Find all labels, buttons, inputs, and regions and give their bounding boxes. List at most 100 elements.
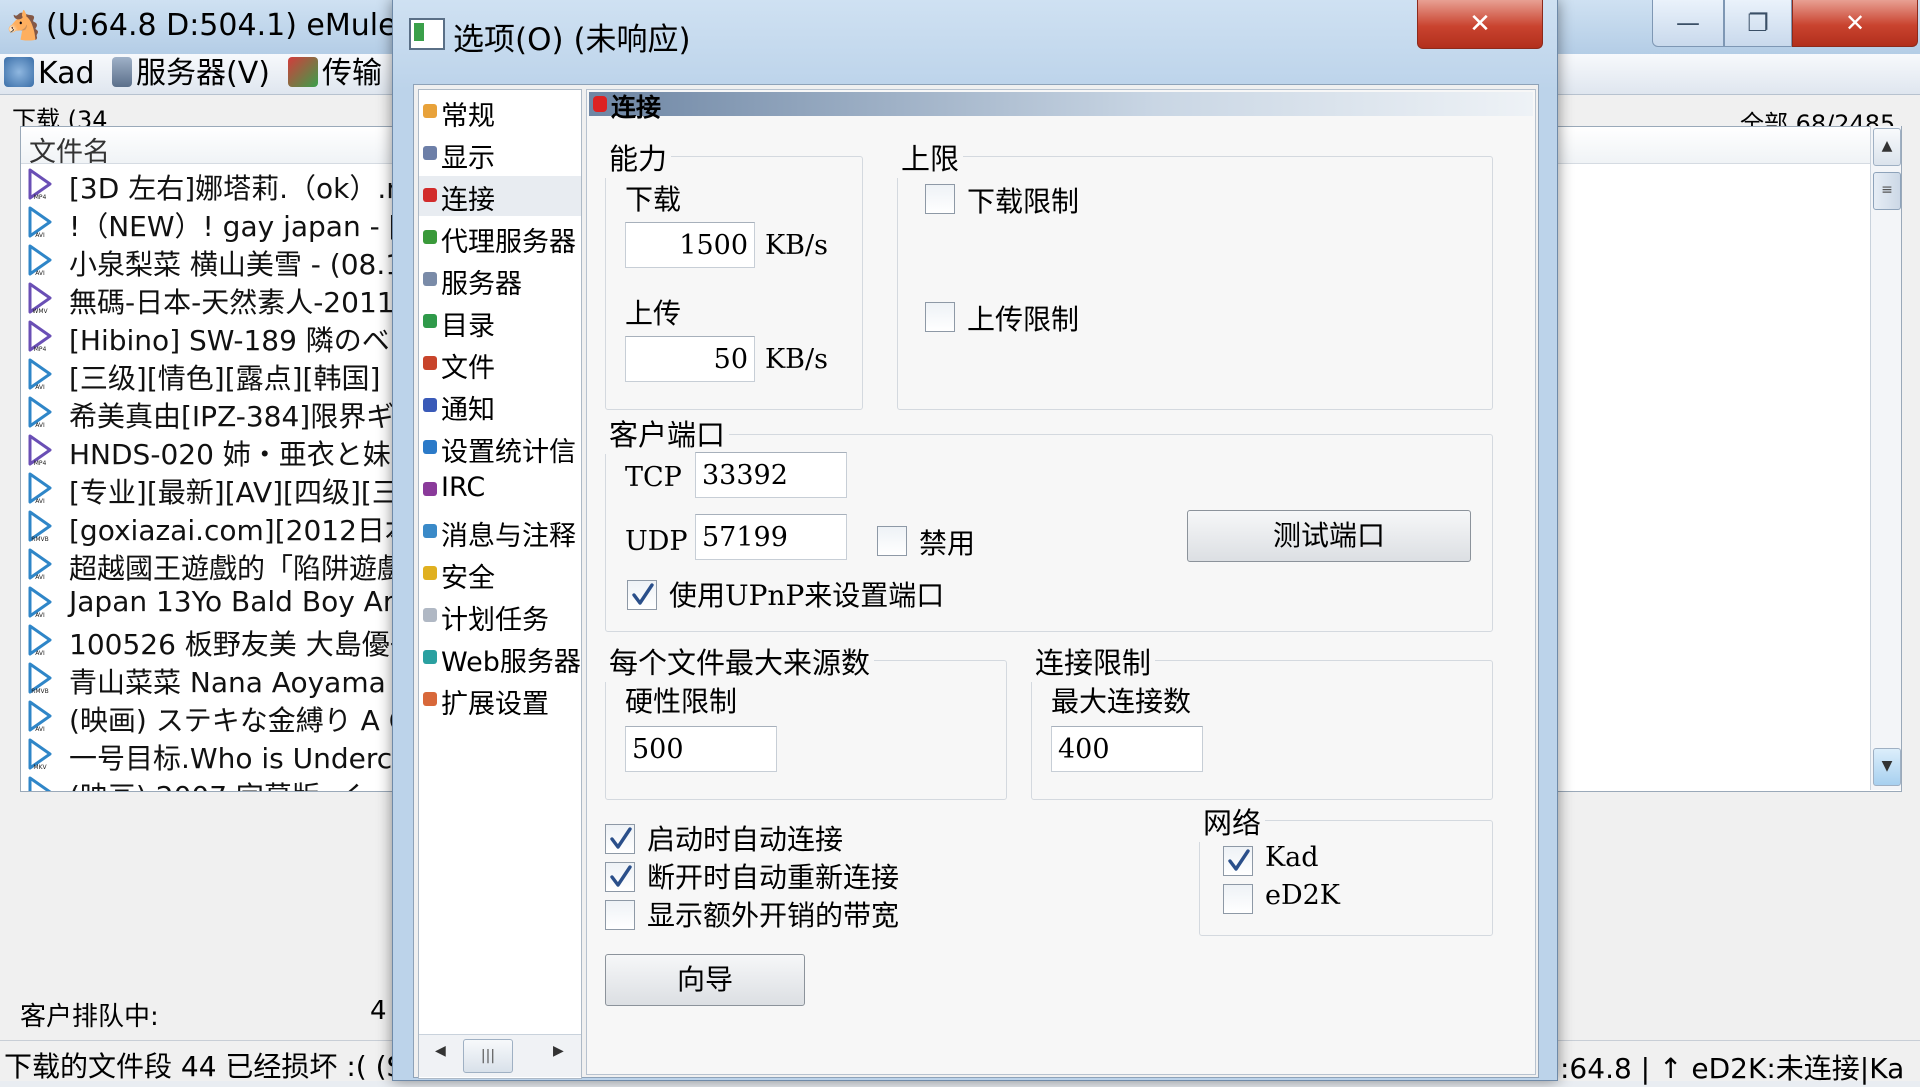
file-type-tag: MKV [33, 764, 47, 770]
nav-item[interactable]: 安全 [419, 554, 581, 594]
status-connection: :64.8 | ↑ eD2K:未连接|Ka [1560, 1052, 1905, 1085]
scroll-up-button[interactable]: ▲ [1873, 128, 1901, 166]
file-name: 超越國王遊戲的「陷阱遊戲 [69, 552, 406, 585]
file-name: !（NEW）! gay japan - [g [69, 210, 418, 243]
nav-item-icon [423, 524, 437, 538]
nav-item[interactable]: 通知 [419, 386, 581, 426]
show-overhead-checkbox[interactable] [605, 900, 635, 930]
file-list-scrollbar[interactable]: ▲ ≡ ▼ [1870, 126, 1901, 790]
nav-item[interactable]: IRC [419, 470, 581, 510]
network-kad-checkbox[interactable] [1223, 846, 1253, 876]
nav-item-label: 消息与注释 [441, 521, 576, 552]
file-type-tag: AVI [35, 270, 45, 276]
main-close-button[interactable]: ✕ [1792, 0, 1918, 47]
file-type-tag: AVI [35, 650, 45, 656]
scroll-down-button[interactable]: ▼ [1873, 748, 1901, 786]
wizard-button[interactable]: 向导 [605, 954, 805, 1006]
max-sources-group-title: 每个文件最大来源数 [605, 640, 875, 682]
nav-item[interactable]: 常规 [419, 92, 581, 132]
nav-scroll-left-icon[interactable]: ◀ [435, 1043, 446, 1059]
file-name: [3D 左右]娜塔莉.（ok）.m [69, 172, 414, 205]
file-type-tag: MP4 [34, 460, 47, 466]
nav-item-label: 通知 [441, 395, 495, 426]
hard-limit-input[interactable]: 500 [625, 726, 777, 772]
file-name: [Hibino] SW-189 隣のベッ [69, 324, 418, 357]
nav-item-label: 服务器 [441, 269, 522, 300]
file-name: 小泉梨菜 横山美雪 - (08.1 [69, 248, 404, 281]
toolbar-servers-label: 服务器(V) [136, 56, 270, 91]
nav-item-icon [423, 188, 437, 202]
download-capacity-label: 下载 [625, 183, 682, 216]
disable-udp-checkbox[interactable] [877, 526, 907, 556]
nav-scroll-thumb[interactable]: ||| [463, 1039, 513, 1073]
nav-item[interactable]: 显示 [419, 134, 581, 174]
download-capacity-unit: KB/s [765, 230, 828, 261]
dialog-close-button[interactable]: ✕ [1417, 0, 1543, 49]
file-type-tag: AVI [35, 726, 45, 732]
transfers-icon [288, 57, 318, 87]
minimize-button[interactable]: — [1652, 0, 1724, 47]
upload-limit-checkbox[interactable] [925, 302, 955, 332]
upload-capacity-label: 上传 [625, 297, 682, 330]
options-nav-tree[interactable]: 常规 显示 连接代理服务器服务器 目录文件通知设置统计信 IRC 消息与注释 安全 计划任务 W… [418, 89, 582, 1079]
nav-item-icon [423, 104, 437, 118]
nav-item[interactable]: 文件 [419, 344, 581, 384]
video-file-icon: AVI [27, 586, 53, 619]
video-file-icon: MP4 [27, 168, 53, 201]
toolbar-servers-button[interactable]: 服务器(V) [112, 56, 270, 92]
upload-capacity-input[interactable]: 50 [625, 336, 755, 382]
upnp-checkbox[interactable] [627, 580, 657, 610]
nav-item[interactable]: 消息与注释 [419, 512, 581, 552]
maximize-button[interactable]: ❐ [1724, 0, 1792, 47]
capacity-group-title: 能力 [605, 136, 672, 178]
auto-reconnect-checkbox[interactable] [605, 862, 635, 892]
network-ed2k-checkbox[interactable] [1223, 884, 1253, 914]
column-header-filename[interactable]: 文件名 [29, 130, 110, 169]
scroll-thumb[interactable]: ≡ [1873, 172, 1901, 210]
dialog-title: 选项(O) (未响应) [453, 22, 691, 58]
test-ports-button[interactable]: 测试端口 [1187, 510, 1471, 562]
page-title: 连接 [611, 93, 662, 122]
nav-item-icon [423, 650, 437, 664]
client-queue-count: 4 [370, 996, 387, 1026]
nav-item-label: 设置统计信 [441, 437, 576, 468]
download-capacity-input[interactable]: 1500 [625, 222, 755, 268]
toolbar-kad-button[interactable]: Kad [4, 56, 95, 92]
video-file-icon: AVI [27, 776, 53, 791]
max-connections-input[interactable]: 400 [1051, 726, 1203, 772]
nav-item[interactable]: 目录 [419, 302, 581, 342]
nav-horizontal-scrollbar[interactable]: ◀ ||| ▶ [419, 1034, 581, 1077]
nav-item[interactable]: 计划任务 [419, 596, 581, 636]
nav-item-label: 代理服务器 [441, 227, 576, 258]
tcp-port-input[interactable]: 33392 [695, 452, 847, 498]
toolbar-kad-label: Kad [38, 56, 95, 91]
nav-item[interactable]: Web服务器 [419, 638, 581, 678]
nav-item[interactable]: 服务器 [419, 260, 581, 300]
nav-item[interactable]: 代理服务器 [419, 218, 581, 258]
nav-item[interactable]: 设置统计信 [419, 428, 581, 468]
file-name: 青山菜菜 Nana Aoyama - [69, 666, 405, 699]
auto-connect-checkbox[interactable] [605, 824, 635, 854]
upnp-label: 使用UPnP来设置端口 [669, 579, 945, 612]
video-file-icon: AVI [27, 624, 53, 657]
video-file-icon: AVI [27, 206, 53, 239]
file-name: 100526 板野友美 大島優子 [69, 628, 418, 661]
file-name: Japan 13Yo Bald Boy And [69, 585, 419, 618]
nav-item-label: 常规 [441, 101, 495, 132]
video-file-icon: AVI [27, 358, 53, 391]
file-type-tag: MP4 [34, 346, 47, 352]
network-group-title: 网络 [1199, 800, 1266, 842]
udp-port-input[interactable]: 57199 [695, 514, 847, 560]
dialog-title-bar[interactable]: 选项(O) (未响应) ✕ [393, 0, 1557, 64]
download-limit-checkbox[interactable] [925, 184, 955, 214]
dialog-client-area: 常规 显示 连接 代理服务器 服务器 目录 文件 通知 设置统计信 IRC 消息与注释 安全 计划任务 W… [413, 84, 1539, 1079]
nav-scroll-right-icon[interactable]: ▶ [553, 1043, 564, 1059]
nav-item[interactable]: 连接 [419, 176, 581, 216]
nav-item-label: 文件 [441, 353, 495, 384]
nav-item-icon [423, 566, 437, 580]
tcp-port-label: TCP [625, 462, 682, 493]
toolbar-transfers-button[interactable]: 传输 [288, 56, 382, 92]
video-file-icon: AVI [27, 472, 53, 505]
nav-item[interactable]: 扩展设置 [419, 680, 581, 720]
nav-item-icon [423, 398, 437, 412]
